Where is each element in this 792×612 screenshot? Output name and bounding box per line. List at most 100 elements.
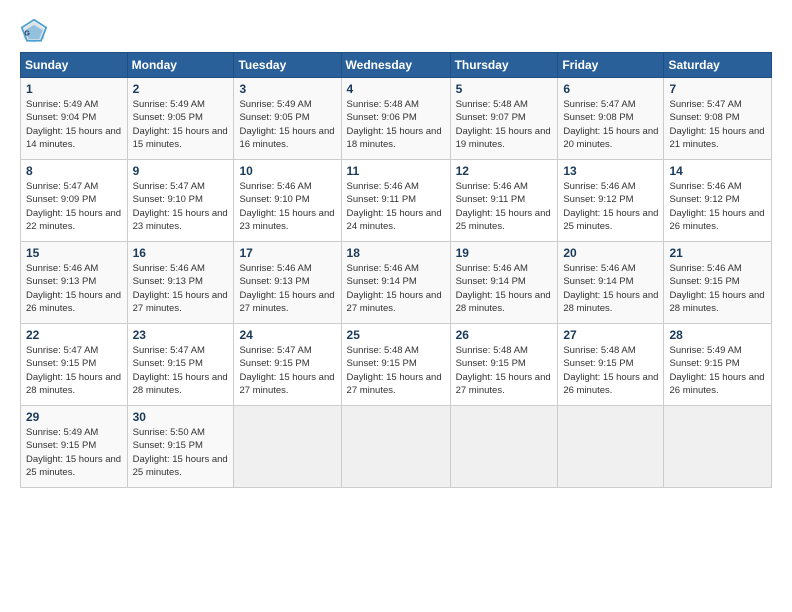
weekday-header-sunday: Sunday: [21, 53, 128, 78]
day-number-6: 6: [563, 82, 658, 96]
day-cell-28: 28Sunrise: 5:49 AMSunset: 9:15 PMDayligh…: [664, 324, 772, 406]
day-cell-20: 20 Sunrise: 5:46 AMSunset: 9:14 PMDayligh…: [558, 242, 664, 324]
day-number-14: 14: [669, 164, 766, 178]
day-number-15: 15: [26, 246, 122, 260]
day-detail-25: Sunrise: 5:48 AMSunset: 9:15 PMDaylight:…: [347, 344, 445, 397]
weekday-header-tuesday: Tuesday: [234, 53, 341, 78]
day-detail-22: Sunrise: 5:47 AMSunset: 9:15 PMDaylight:…: [26, 344, 122, 397]
day-detail-17: Sunrise: 5:46 AMSunset: 9:13 PMDaylight:…: [239, 262, 335, 315]
day-number-23: 23: [133, 328, 229, 342]
logo: G: [20, 18, 52, 46]
day-number-19: 19: [456, 246, 553, 260]
day-cell-3: 3 Sunrise: 5:49 AMSunset: 9:05 PMDaylight…: [234, 78, 341, 160]
day-number-20: 20: [563, 246, 658, 260]
day-number-25: 25: [347, 328, 445, 342]
day-number-13: 13: [563, 164, 658, 178]
day-detail-26: Sunrise: 5:48 AMSunset: 9:15 PMDaylight:…: [456, 344, 553, 397]
day-cell-21: 21 Sunrise: 5:46 AMSunset: 9:15 PMDayligh…: [664, 242, 772, 324]
day-cell-15: 15 Sunrise: 5:46 AMSunset: 9:13 PMDayligh…: [21, 242, 128, 324]
day-detail-1: Sunrise: 5:49 AMSunset: 9:04 PMDaylight:…: [26, 98, 122, 151]
day-detail-7: Sunrise: 5:47 AMSunset: 9:08 PMDaylight:…: [669, 98, 766, 151]
day-detail-23: Sunrise: 5:47 AMSunset: 9:15 PMDaylight:…: [133, 344, 229, 397]
day-detail-18: Sunrise: 5:46 AMSunset: 9:14 PMDaylight:…: [347, 262, 445, 315]
day-cell-1: 1 Sunrise: 5:49 AMSunset: 9:04 PMDaylight…: [21, 78, 128, 160]
day-cell-25: 25 Sunrise: 5:48 AMSunset: 9:15 PMDayligh…: [341, 324, 450, 406]
day-number-21: 21: [669, 246, 766, 260]
day-number-9: 9: [133, 164, 229, 178]
day-detail-14: Sunrise: 5:46 AMSunset: 9:12 PMDaylight:…: [669, 180, 766, 233]
day-cell-18: 18 Sunrise: 5:46 AMSunset: 9:14 PMDayligh…: [341, 242, 450, 324]
day-detail-2: Sunrise: 5:49 AMSunset: 9:05 PMDaylight:…: [133, 98, 229, 151]
day-cell-9: 9 Sunrise: 5:47 AMSunset: 9:10 PMDaylight…: [127, 160, 234, 242]
day-cell-24: 24 Sunrise: 5:47 AMSunset: 9:15 PMDayligh…: [234, 324, 341, 406]
day-cell-5: 5 Sunrise: 5:48 AMSunset: 9:07 PMDaylight…: [450, 78, 558, 160]
day-number-29: 29: [26, 410, 122, 424]
day-detail-19: Sunrise: 5:46 AMSunset: 9:14 PMDaylight:…: [456, 262, 553, 315]
day-number-12: 12: [456, 164, 553, 178]
day-number-18: 18: [347, 246, 445, 260]
day-detail-9: Sunrise: 5:47 AMSunset: 9:10 PMDaylight:…: [133, 180, 229, 233]
day-number-22: 22: [26, 328, 122, 342]
empty-cell: [558, 406, 664, 488]
weekday-header-saturday: Saturday: [664, 53, 772, 78]
day-cell-6: 6 Sunrise: 5:47 AMSunset: 9:08 PMDaylight…: [558, 78, 664, 160]
day-cell-11: 11Sunrise: 5:46 AMSunset: 9:11 PMDayligh…: [341, 160, 450, 242]
empty-cell: [450, 406, 558, 488]
day-detail-30: Sunrise: 5:50 AMSunset: 9:15 PMDaylight:…: [133, 426, 229, 479]
weekday-header-friday: Friday: [558, 53, 664, 78]
day-cell-27: 27Sunrise: 5:48 AMSunset: 9:15 PMDayligh…: [558, 324, 664, 406]
day-number-2: 2: [133, 82, 229, 96]
empty-cell: [664, 406, 772, 488]
day-detail-13: Sunrise: 5:46 AMSunset: 9:12 PMDaylight:…: [563, 180, 658, 233]
header: G: [20, 18, 772, 46]
day-cell-19: 19 Sunrise: 5:46 AMSunset: 9:14 PMDayligh…: [450, 242, 558, 324]
day-cell-10: 10Sunrise: 5:46 AMSunset: 9:10 PMDayligh…: [234, 160, 341, 242]
day-detail-15: Sunrise: 5:46 AMSunset: 9:13 PMDaylight:…: [26, 262, 122, 315]
day-detail-10: Sunrise: 5:46 AMSunset: 9:10 PMDaylight:…: [239, 180, 335, 233]
day-cell-2: 2 Sunrise: 5:49 AMSunset: 9:05 PMDaylight…: [127, 78, 234, 160]
calendar: SundayMondayTuesdayWednesdayThursdayFrid…: [20, 52, 772, 488]
week-row-4: 22 Sunrise: 5:47 AMSunset: 9:15 PMDayligh…: [21, 324, 772, 406]
day-cell-8: 8Sunrise: 5:47 AMSunset: 9:09 PMDaylight…: [21, 160, 128, 242]
day-number-7: 7: [669, 82, 766, 96]
day-detail-20: Sunrise: 5:46 AMSunset: 9:14 PMDaylight:…: [563, 262, 658, 315]
day-cell-22: 22 Sunrise: 5:47 AMSunset: 9:15 PMDayligh…: [21, 324, 128, 406]
weekday-header-thursday: Thursday: [450, 53, 558, 78]
day-number-24: 24: [239, 328, 335, 342]
day-number-3: 3: [239, 82, 335, 96]
day-detail-6: Sunrise: 5:47 AMSunset: 9:08 PMDaylight:…: [563, 98, 658, 151]
day-number-16: 16: [133, 246, 229, 260]
day-detail-5: Sunrise: 5:48 AMSunset: 9:07 PMDaylight:…: [456, 98, 553, 151]
day-cell-7: 7 Sunrise: 5:47 AMSunset: 9:08 PMDaylight…: [664, 78, 772, 160]
day-number-1: 1: [26, 82, 122, 96]
page: G SundayMondayTuesdayWednesdayThursdayFr…: [0, 0, 792, 612]
day-detail-29: Sunrise: 5:49 AMSunset: 9:15 PMDaylight:…: [26, 426, 122, 479]
week-row-5: 29 Sunrise: 5:49 AMSunset: 9:15 PMDayligh…: [21, 406, 772, 488]
day-number-30: 30: [133, 410, 229, 424]
day-detail-12: Sunrise: 5:46 AMSunset: 9:11 PMDaylight:…: [456, 180, 553, 233]
day-detail-3: Sunrise: 5:49 AMSunset: 9:05 PMDaylight:…: [239, 98, 335, 151]
day-detail-27: Sunrise: 5:48 AMSunset: 9:15 PMDaylight:…: [563, 344, 658, 397]
empty-cell: [341, 406, 450, 488]
day-number-8: 8: [26, 164, 122, 178]
svg-text:G: G: [24, 31, 30, 38]
day-cell-4: 4Sunrise: 5:48 AMSunset: 9:06 PMDaylight…: [341, 78, 450, 160]
week-row-3: 15 Sunrise: 5:46 AMSunset: 9:13 PMDayligh…: [21, 242, 772, 324]
day-detail-28: Sunrise: 5:49 AMSunset: 9:15 PMDaylight:…: [669, 344, 766, 397]
day-cell-30: 30 Sunrise: 5:50 AMSunset: 9:15 PMDayligh…: [127, 406, 234, 488]
day-number-4: 4: [347, 82, 445, 96]
day-cell-23: 23 Sunrise: 5:47 AMSunset: 9:15 PMDayligh…: [127, 324, 234, 406]
day-detail-24: Sunrise: 5:47 AMSunset: 9:15 PMDaylight:…: [239, 344, 335, 397]
day-cell-17: 17Sunrise: 5:46 AMSunset: 9:13 PMDayligh…: [234, 242, 341, 324]
day-cell-26: 26Sunrise: 5:48 AMSunset: 9:15 PMDayligh…: [450, 324, 558, 406]
day-detail-21: Sunrise: 5:46 AMSunset: 9:15 PMDaylight:…: [669, 262, 766, 315]
day-number-5: 5: [456, 82, 553, 96]
day-cell-13: 13 Sunrise: 5:46 AMSunset: 9:12 PMDayligh…: [558, 160, 664, 242]
day-cell-12: 12 Sunrise: 5:46 AMSunset: 9:11 PMDayligh…: [450, 160, 558, 242]
day-detail-16: Sunrise: 5:46 AMSunset: 9:13 PMDaylight:…: [133, 262, 229, 315]
day-detail-11: Sunrise: 5:46 AMSunset: 9:11 PMDaylight:…: [347, 180, 445, 233]
week-row-1: 1 Sunrise: 5:49 AMSunset: 9:04 PMDaylight…: [21, 78, 772, 160]
day-cell-29: 29 Sunrise: 5:49 AMSunset: 9:15 PMDayligh…: [21, 406, 128, 488]
weekday-header-wednesday: Wednesday: [341, 53, 450, 78]
empty-cell: [234, 406, 341, 488]
